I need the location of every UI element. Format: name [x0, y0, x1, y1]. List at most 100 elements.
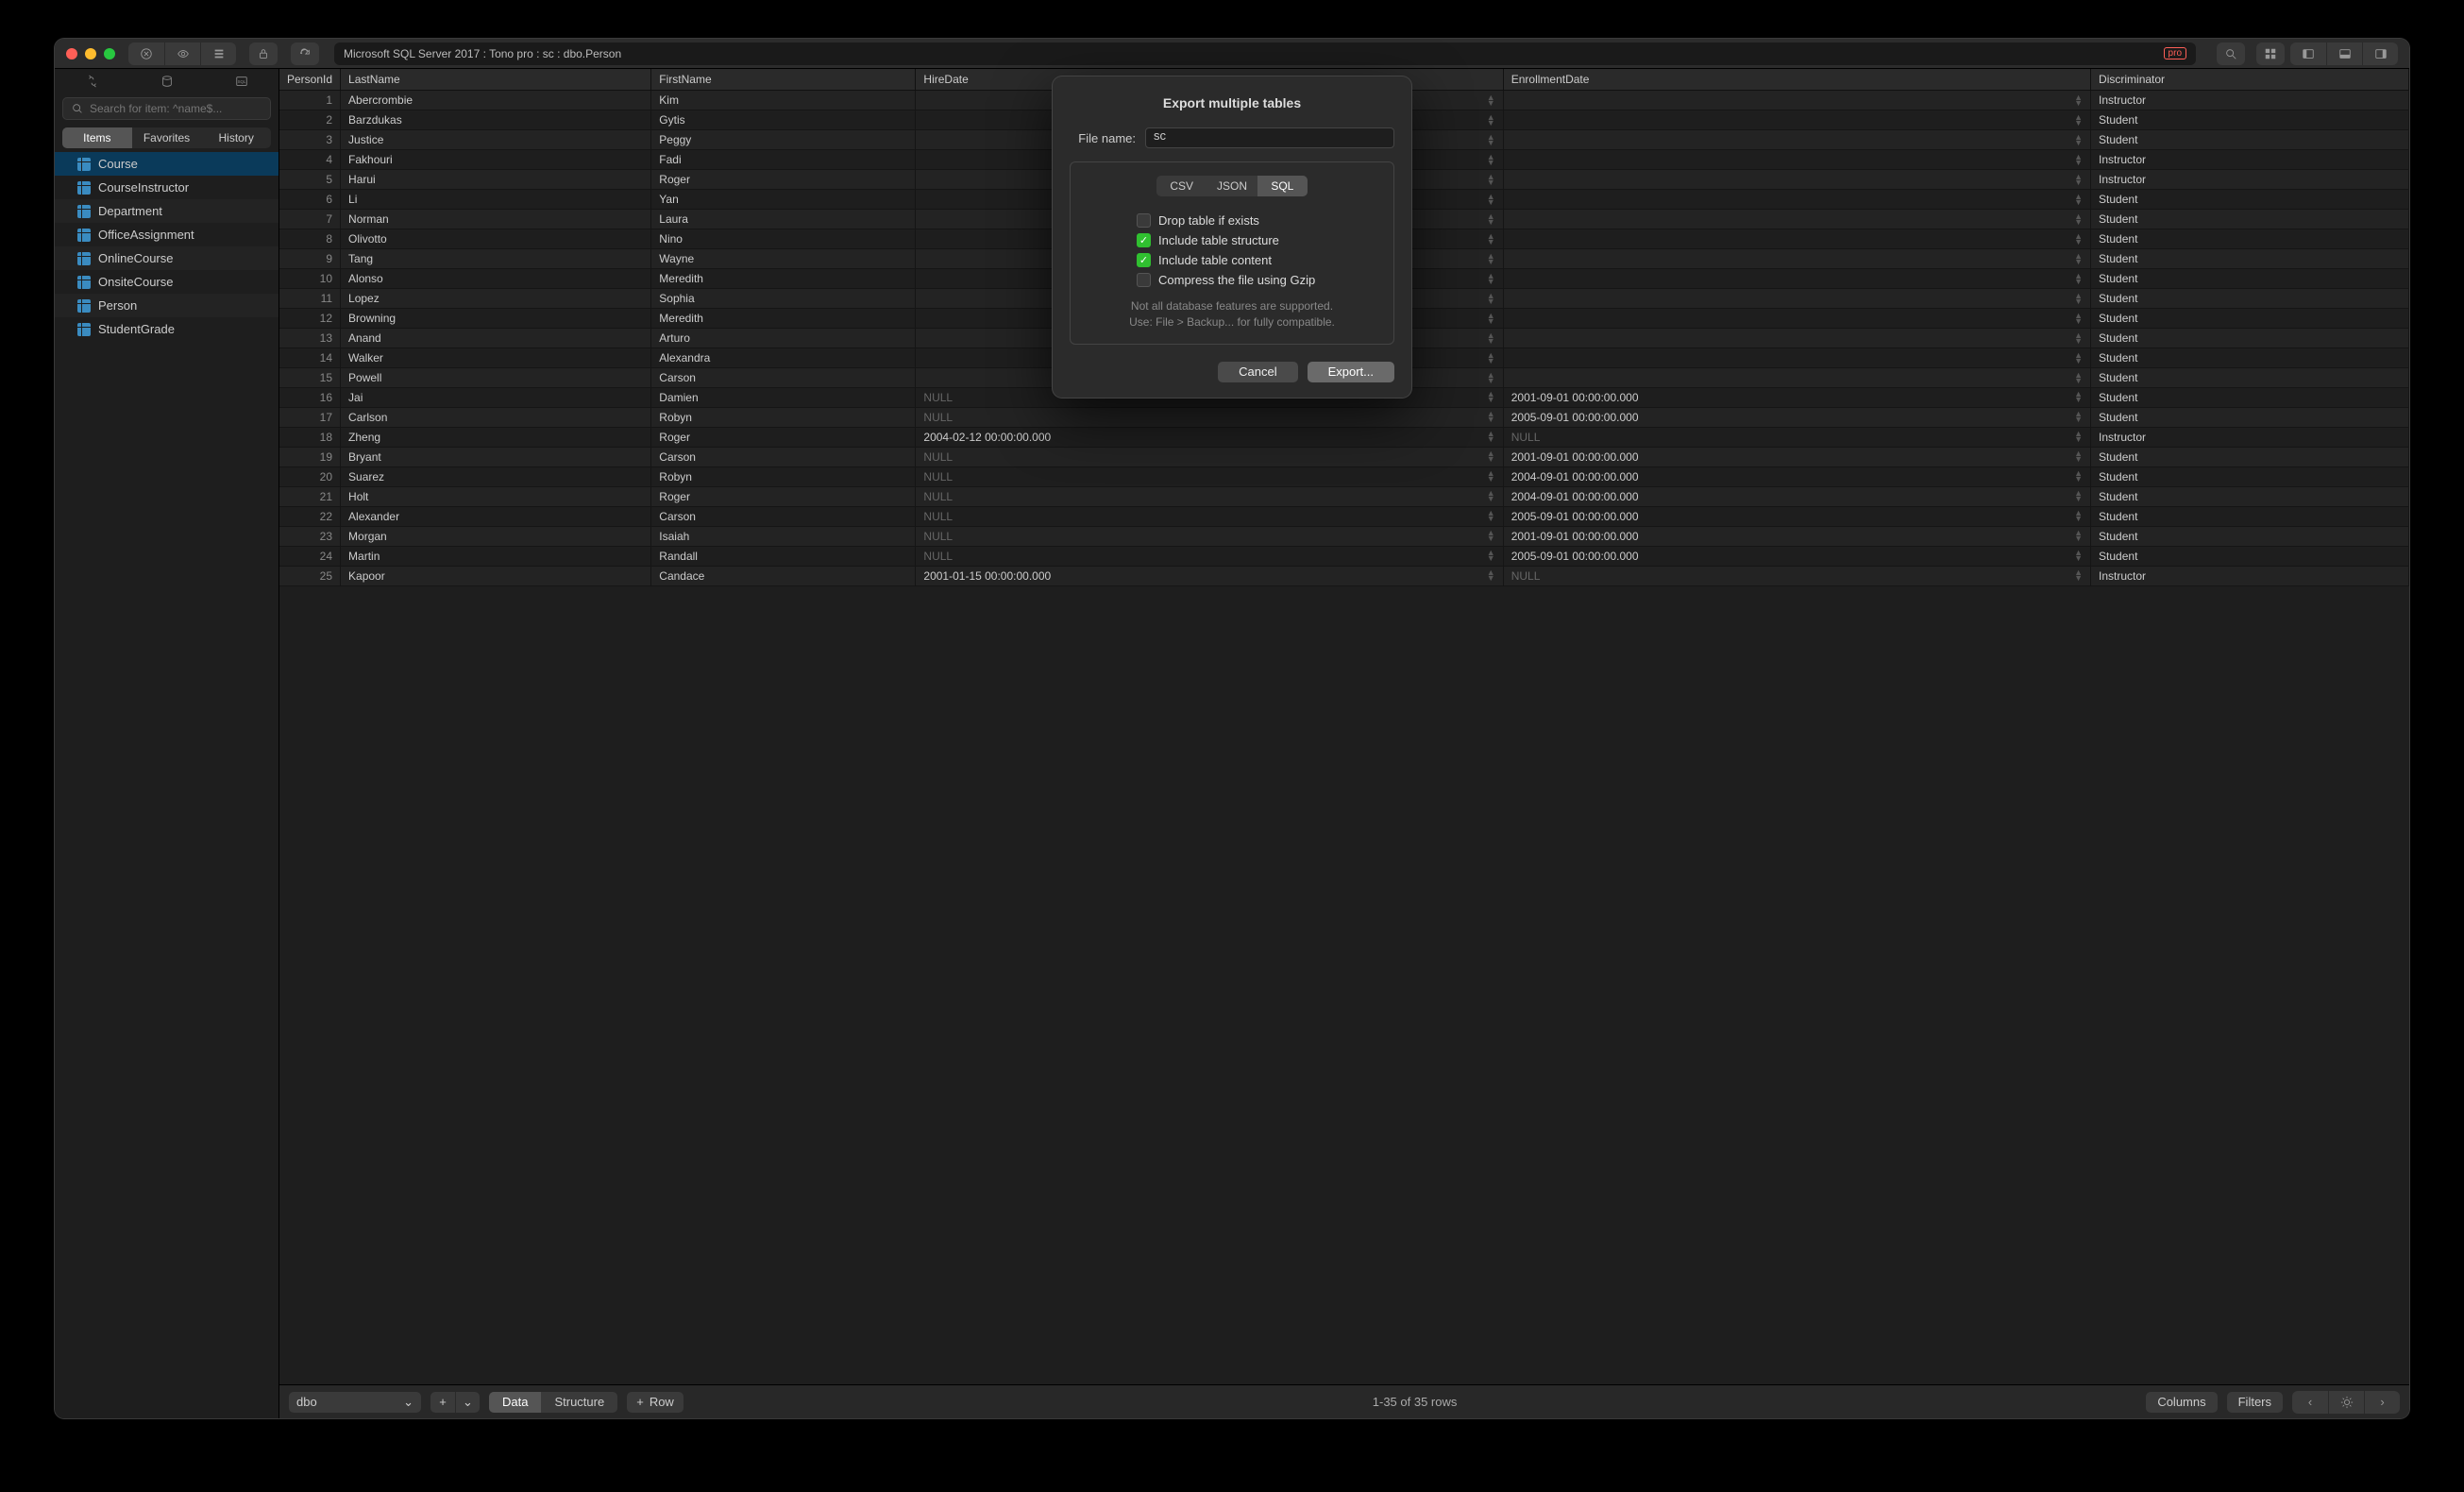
panel-left-button[interactable] [2290, 42, 2326, 65]
cell[interactable]: Student [2091, 130, 2409, 150]
table-row[interactable]: 21HoltRogerNULL▲▼2004-09-01 00:00:00.000… [279, 487, 2409, 507]
add-row-button[interactable]: + Row [627, 1392, 684, 1413]
sidebar-item-onsitecourse[interactable]: OnsiteCourse [55, 270, 278, 294]
cell[interactable]: 7 [279, 210, 341, 229]
cell[interactable]: Roger [651, 428, 916, 448]
sidebar-sql-icon[interactable]: SQL [204, 69, 278, 93]
sidebar-item-person[interactable]: Person [55, 294, 278, 317]
view-tab-data[interactable]: Data [489, 1392, 541, 1413]
list-button[interactable] [200, 42, 236, 65]
cell[interactable]: ▲▼ [1503, 130, 2090, 150]
schema-select[interactable]: dbo ⌄ [289, 1392, 421, 1413]
format-tab-csv[interactable]: CSV [1156, 176, 1207, 196]
cell[interactable]: Justice [341, 130, 651, 150]
cell[interactable]: Norman [341, 210, 651, 229]
export-button[interactable]: Export... [1308, 362, 1394, 382]
refresh-button[interactable] [291, 42, 319, 65]
cell[interactable]: 12 [279, 309, 341, 329]
cell[interactable]: 16 [279, 388, 341, 408]
cell[interactable]: Sophia [651, 289, 916, 309]
cell[interactable]: NULL▲▼ [916, 487, 1503, 507]
table-row[interactable]: 23MorganIsaiahNULL▲▼2001-09-01 00:00:00.… [279, 527, 2409, 547]
grid-button[interactable] [2256, 42, 2285, 65]
table-row[interactable]: 24MartinRandallNULL▲▼2005-09-01 00:00:00… [279, 547, 2409, 567]
cell[interactable]: Student [2091, 190, 2409, 210]
cell[interactable]: 21 [279, 487, 341, 507]
cell[interactable]: 2005-09-01 00:00:00.000▲▼ [1503, 547, 2090, 567]
cell[interactable]: 2001-01-15 00:00:00.000▲▼ [916, 567, 1503, 586]
cell[interactable]: Student [2091, 269, 2409, 289]
cell[interactable]: Student [2091, 507, 2409, 527]
cell[interactable]: Student [2091, 329, 2409, 348]
cell[interactable]: Robyn [651, 408, 916, 428]
cell[interactable]: Candace [651, 567, 916, 586]
next-page-button[interactable]: › [2364, 1391, 2400, 1414]
cell[interactable]: NULL▲▼ [916, 547, 1503, 567]
cell[interactable]: Lopez [341, 289, 651, 309]
cell[interactable]: Student [2091, 229, 2409, 249]
cell[interactable]: Zheng [341, 428, 651, 448]
checkbox[interactable]: ✓ [1137, 253, 1151, 267]
cell[interactable]: 2001-09-01 00:00:00.000▲▼ [1503, 527, 2090, 547]
cell[interactable]: 4 [279, 150, 341, 170]
cell[interactable]: 14 [279, 348, 341, 368]
cell[interactable]: Carson [651, 507, 916, 527]
checkbox[interactable] [1137, 213, 1151, 228]
cell[interactable]: 8 [279, 229, 341, 249]
cell[interactable]: Student [2091, 249, 2409, 269]
sidebar-tab-favorites[interactable]: Favorites [132, 127, 202, 148]
cell[interactable]: Nino [651, 229, 916, 249]
checkbox[interactable] [1137, 273, 1151, 287]
cell[interactable]: Anand [341, 329, 651, 348]
add-button[interactable]: + [430, 1392, 455, 1413]
cell[interactable]: Student [2091, 547, 2409, 567]
cell[interactable]: Fadi [651, 150, 916, 170]
cell[interactable]: ▲▼ [1503, 190, 2090, 210]
cell[interactable]: 22 [279, 507, 341, 527]
cell[interactable]: Carson [651, 368, 916, 388]
cell[interactable]: Isaiah [651, 527, 916, 547]
sidebar-tab-items[interactable]: Items [62, 127, 132, 148]
close-window-icon[interactable] [66, 48, 77, 59]
cell[interactable]: Bryant [341, 448, 651, 467]
filters-button[interactable]: Filters [2227, 1392, 2283, 1413]
cell[interactable]: Browning [341, 309, 651, 329]
column-header-personid[interactable]: PersonId [279, 69, 341, 91]
cell[interactable]: 2005-09-01 00:00:00.000▲▼ [1503, 507, 2090, 527]
cell[interactable]: Morgan [341, 527, 651, 547]
zoom-window-icon[interactable] [104, 48, 115, 59]
cell[interactable]: Carlson [341, 408, 651, 428]
cell[interactable]: Jai [341, 388, 651, 408]
cell[interactable]: ▲▼ [1503, 289, 2090, 309]
sidebar-item-studentgrade[interactable]: StudentGrade [55, 317, 278, 341]
preview-button[interactable] [164, 42, 200, 65]
prev-page-button[interactable]: ‹ [2292, 1391, 2328, 1414]
cell[interactable]: Alexandra [651, 348, 916, 368]
cell[interactable]: Fakhouri [341, 150, 651, 170]
search-button[interactable] [2217, 42, 2245, 65]
cell[interactable]: 25 [279, 567, 341, 586]
cell[interactable]: Kapoor [341, 567, 651, 586]
column-header-firstname[interactable]: FirstName [651, 69, 916, 91]
file-name-input[interactable]: sc [1145, 127, 1394, 148]
cell[interactable]: Instructor [2091, 150, 2409, 170]
cell[interactable]: Meredith [651, 309, 916, 329]
cell[interactable]: Wayne [651, 249, 916, 269]
table-row[interactable]: 17CarlsonRobynNULL▲▼2005-09-01 00:00:00.… [279, 408, 2409, 428]
view-tab-structure[interactable]: Structure [541, 1392, 617, 1413]
cell[interactable]: Arturo [651, 329, 916, 348]
connection-path[interactable]: Microsoft SQL Server 2017 : Tono pro : s… [334, 42, 2196, 65]
cell[interactable]: ▲▼ [1503, 348, 2090, 368]
cell[interactable]: ▲▼ [1503, 368, 2090, 388]
cell[interactable]: NULL▲▼ [916, 448, 1503, 467]
cell[interactable]: Abercrombie [341, 91, 651, 110]
cell[interactable]: Roger [651, 487, 916, 507]
cell[interactable]: 17 [279, 408, 341, 428]
minimize-window-icon[interactable] [85, 48, 96, 59]
cell[interactable]: Student [2091, 348, 2409, 368]
cell[interactable]: ▲▼ [1503, 210, 2090, 229]
cell[interactable]: 5 [279, 170, 341, 190]
cancel-button[interactable]: Cancel [1218, 362, 1297, 382]
cell[interactable]: Student [2091, 110, 2409, 130]
sidebar-item-courseinstructor[interactable]: CourseInstructor [55, 176, 278, 199]
